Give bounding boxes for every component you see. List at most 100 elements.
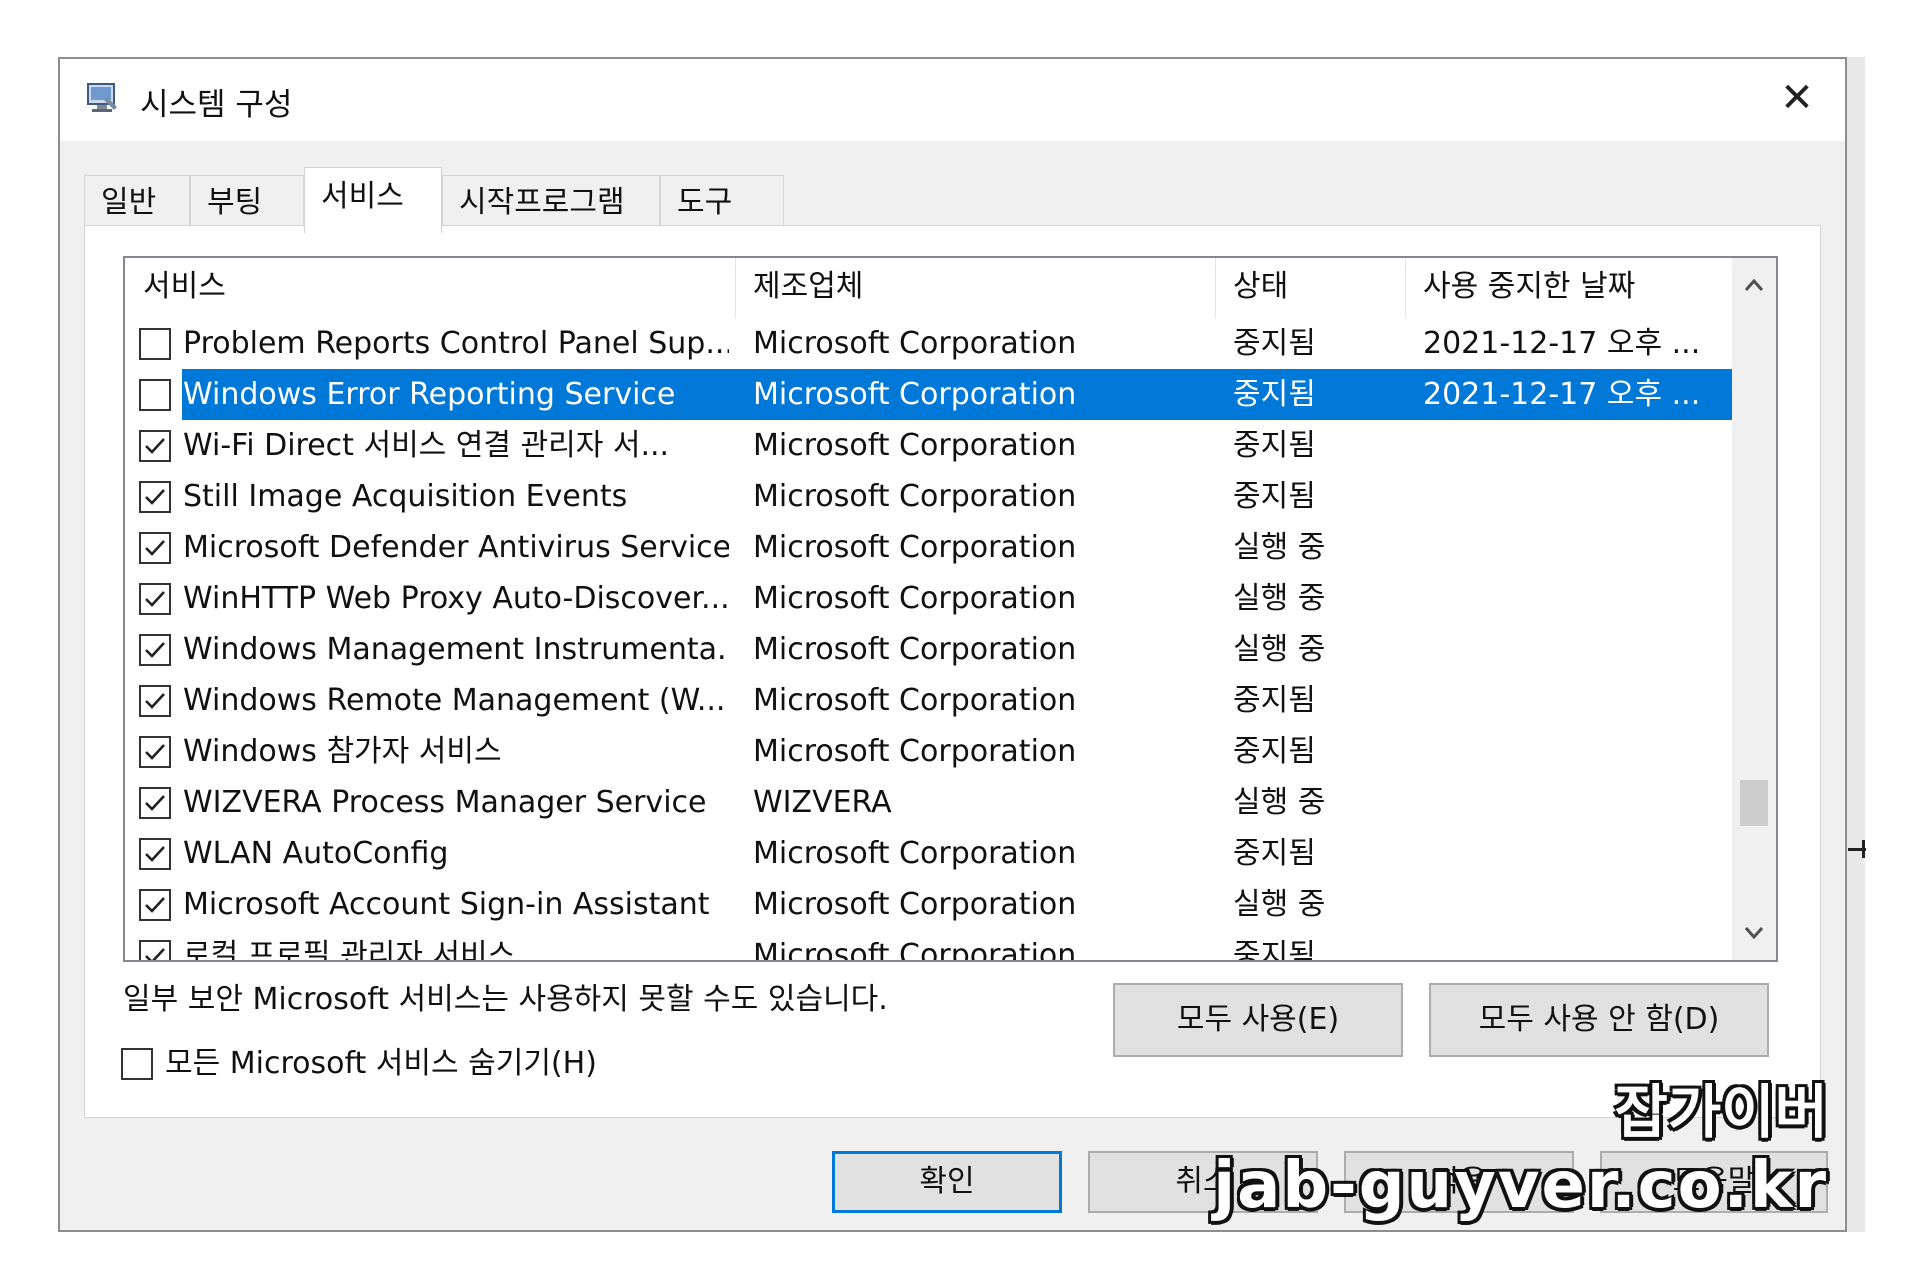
column-header-service[interactable]: 서비스	[125, 258, 735, 318]
service-row[interactable]: WLAN AutoConfig Microsoft Corporation 중지됨	[125, 828, 1732, 879]
service-checkbox[interactable]	[139, 328, 171, 360]
service-row[interactable]: Microsoft Defender Antivirus Service Micr…	[125, 522, 1732, 573]
service-disabled-date	[1423, 726, 1728, 777]
service-row[interactable]: WIZVERA Process Manager Service WIZVERA 실행…	[125, 777, 1732, 828]
edge-tick	[1862, 840, 1865, 858]
column-header-vendor[interactable]: 제조업체	[735, 258, 1215, 318]
service-checkbox[interactable]	[139, 889, 171, 921]
service-name: Windows Management Instrumenta...	[183, 632, 729, 667]
service-name: Wi-Fi Direct 서비스 연결 관리자 서...	[183, 428, 670, 463]
service-name: WLAN AutoConfig	[183, 836, 449, 871]
service-vendor: Microsoft Corporation	[753, 326, 1077, 361]
column-header-disabled-date[interactable]: 사용 중지한 날짜	[1405, 258, 1732, 318]
service-disabled-date	[1423, 522, 1728, 573]
security-note: 일부 보안 Microsoft 서비스는 사용하지 못할 수도 있습니다.	[123, 982, 888, 1017]
service-vendor: Microsoft Corporation	[753, 887, 1077, 922]
watermark-korean: 잡가이버	[1614, 1078, 1828, 1146]
close-button[interactable]: ✕	[1771, 73, 1823, 123]
service-row[interactable]: Problem Reports Control Panel Sup... Micr…	[125, 318, 1732, 369]
checkmark-icon	[145, 744, 165, 760]
checkmark-icon	[145, 693, 165, 709]
checkmark-icon	[145, 438, 165, 454]
service-status: 중지됨	[1233, 683, 1316, 718]
system-configuration-dialog: 시스템 구성 ✕ 일반 부팅 서비스 시작프로그램 도구 서비스 제조업체 상태…	[58, 57, 1847, 1232]
service-row[interactable]: Windows Remote Management (W... Microsoft…	[125, 675, 1732, 726]
service-row[interactable]: Still Image Acquisition Events Microsoft …	[125, 471, 1732, 522]
list-header: 서비스 제조업체 상태 사용 중지한 날짜	[125, 258, 1732, 318]
service-row[interactable]: Microsoft Account Sign-in Assistant Micro…	[125, 879, 1732, 930]
service-status: 중지됨	[1233, 377, 1316, 412]
service-vendor: Microsoft Corporation	[753, 479, 1077, 514]
service-checkbox[interactable]	[139, 685, 171, 717]
tab-tools[interactable]: 도구	[660, 175, 784, 231]
checkmark-icon	[145, 897, 165, 913]
checkmark-icon	[145, 846, 165, 862]
service-name: Windows 참가자 서비스	[183, 734, 502, 769]
service-checkbox[interactable]	[139, 838, 171, 870]
service-status: 중지됨	[1233, 326, 1316, 361]
tab-general[interactable]: 일반	[84, 175, 190, 231]
scroll-up-icon[interactable]	[1732, 262, 1776, 306]
service-disabled-date	[1423, 675, 1728, 726]
service-checkbox[interactable]	[139, 430, 171, 462]
enable-all-button[interactable]: 모두 사용(E)	[1113, 983, 1403, 1057]
scroll-down-icon[interactable]	[1732, 910, 1776, 954]
service-status: 실행 중	[1233, 632, 1326, 667]
service-disabled-date: 2021-12-17 오후 ...	[1423, 326, 1701, 361]
hide-microsoft-services-label: 모든 Microsoft 서비스 숨기기(H)	[165, 1046, 597, 1081]
service-row[interactable]: WinHTTP Web Proxy Auto-Discover... Micros…	[125, 573, 1732, 624]
hide-microsoft-services-checkbox[interactable]	[121, 1048, 153, 1080]
service-disabled-date	[1423, 777, 1728, 828]
watermark-url: jab-guyver.co.kr	[1213, 1149, 1828, 1223]
title-bar: 시스템 구성 ✕	[60, 59, 1845, 141]
service-checkbox[interactable]	[139, 634, 171, 666]
service-disabled-date	[1423, 624, 1728, 675]
ok-button[interactable]: 확인	[832, 1151, 1062, 1213]
window-shadow	[1847, 57, 1865, 1232]
service-vendor: Microsoft Corporation	[753, 836, 1077, 871]
service-vendor: Microsoft Corporation	[753, 428, 1077, 463]
column-header-status[interactable]: 상태	[1215, 258, 1405, 318]
service-vendor: Microsoft Corporation	[753, 938, 1077, 962]
service-disabled-date	[1423, 879, 1728, 930]
service-row[interactable]: 로컬 프로필 관리자 서비스 Microsoft Corporation 중지됨	[125, 930, 1732, 962]
service-status: 중지됨	[1233, 836, 1316, 871]
service-row[interactable]: Windows 참가자 서비스 Microsoft Corporation 중지됨	[125, 726, 1732, 777]
tab-startup[interactable]: 시작프로그램	[442, 175, 660, 231]
checkmark-icon	[145, 795, 165, 811]
service-checkbox[interactable]	[139, 736, 171, 768]
service-status: 실행 중	[1233, 887, 1326, 922]
service-name: Problem Reports Control Panel Sup...	[183, 326, 729, 361]
service-name: Microsoft Defender Antivirus Service	[183, 530, 729, 565]
service-row[interactable]: Wi-Fi Direct 서비스 연결 관리자 서... Microsoft Co…	[125, 420, 1732, 471]
checkmark-icon	[145, 591, 165, 607]
service-name: Microsoft Account Sign-in Assistant	[183, 887, 710, 922]
service-name: Windows Error Reporting Service	[183, 377, 676, 412]
service-vendor: Microsoft Corporation	[753, 632, 1077, 667]
service-row[interactable]: Windows Management Instrumenta... Microso…	[125, 624, 1732, 675]
service-checkbox[interactable]	[139, 532, 171, 564]
service-status: 중지됨	[1233, 938, 1316, 962]
tab-boot[interactable]: 부팅	[190, 175, 304, 231]
services-list[interactable]: 서비스 제조업체 상태 사용 중지한 날짜 Problem Reports Co…	[123, 256, 1778, 962]
service-checkbox[interactable]	[139, 379, 171, 411]
service-disabled-date	[1423, 930, 1728, 960]
service-disabled-date	[1423, 471, 1728, 522]
tab-services[interactable]: 서비스	[304, 167, 442, 233]
service-checkbox[interactable]	[139, 583, 171, 615]
service-status: 중지됨	[1233, 734, 1316, 769]
scrollbar-thumb[interactable]	[1740, 780, 1768, 826]
service-status: 실행 중	[1233, 530, 1326, 565]
service-checkbox[interactable]	[139, 481, 171, 513]
service-name: WinHTTP Web Proxy Auto-Discover...	[183, 581, 729, 616]
service-disabled-date	[1423, 573, 1728, 624]
service-checkbox[interactable]	[139, 787, 171, 819]
service-checkbox[interactable]	[139, 940, 171, 960]
service-vendor: WIZVERA	[753, 785, 892, 820]
service-row[interactable]: Windows Error Reporting Service Microsoft…	[125, 369, 1732, 420]
vertical-scrollbar[interactable]	[1732, 258, 1776, 960]
service-status: 중지됨	[1233, 428, 1316, 463]
disable-all-button[interactable]: 모두 사용 안 함(D)	[1429, 983, 1769, 1057]
service-name: Still Image Acquisition Events	[183, 479, 628, 514]
checkmark-icon	[145, 489, 165, 505]
